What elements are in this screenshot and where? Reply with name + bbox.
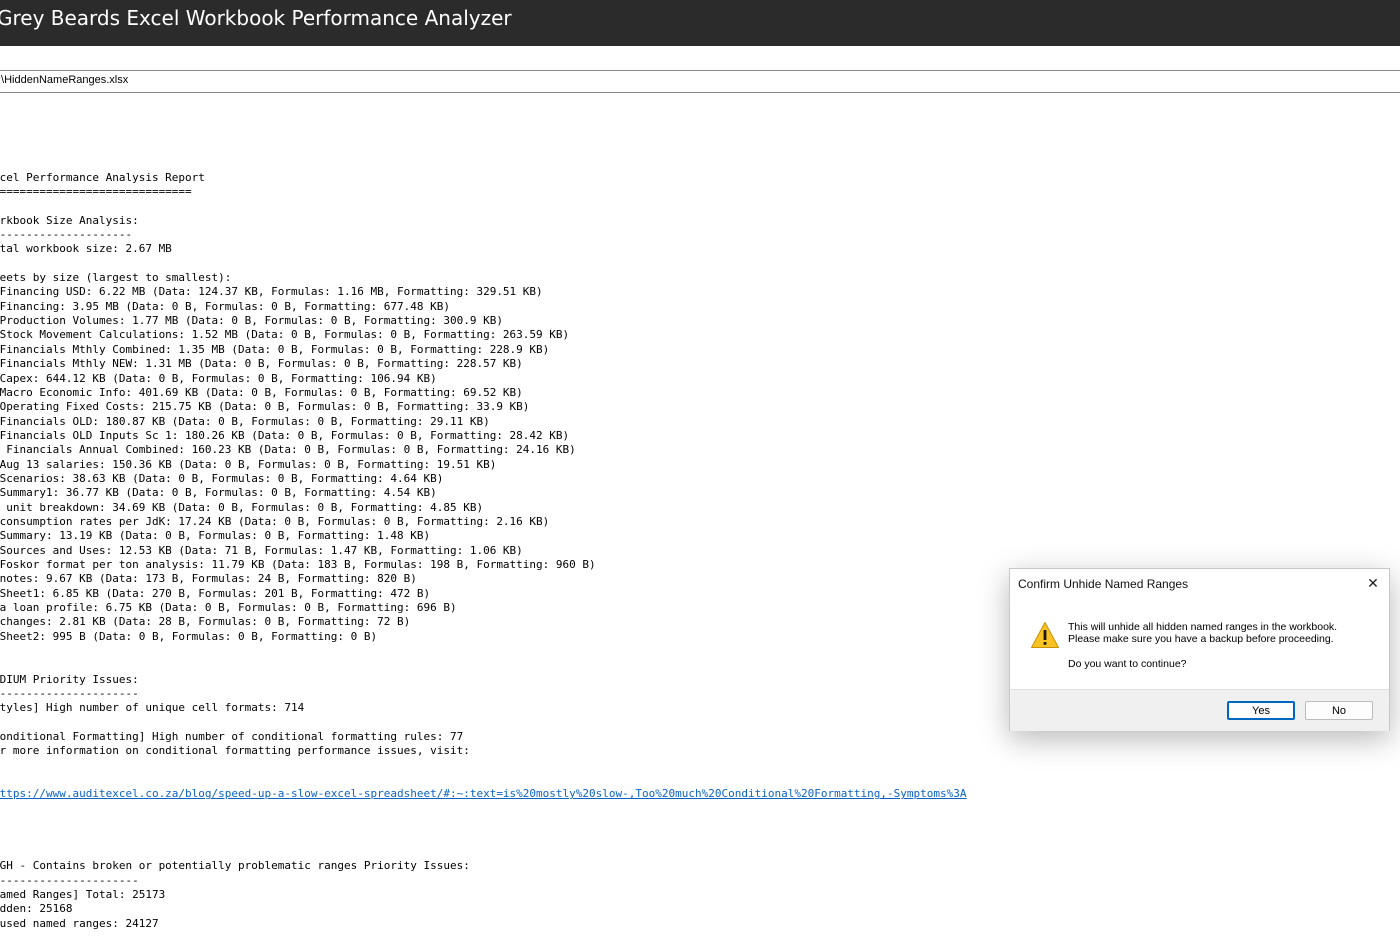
report-line: Financials Mthly Combined: 1.35 MB (Data… xyxy=(0,342,550,356)
report-line: Operating Fixed Costs: 215.75 KB (Data: … xyxy=(0,400,530,414)
report-line: heets by size (largest to smallest): xyxy=(0,271,232,285)
report-line: Sources and Uses: 12.53 KB (Data: 71 B, … xyxy=(0,543,523,557)
report-line: Summary: 13.19 KB (Data: 0 B, Formulas: … xyxy=(0,529,431,543)
dialog-body: This will unhide all hidden named ranges… xyxy=(1010,601,1389,689)
report-output[interactable]: xcel Performance Analysis Report ========… xyxy=(0,142,1393,945)
report-line: Financials Mthly NEW: 1.31 MB (Data: 0 B… xyxy=(0,357,523,371)
dialog-footer: Yes No xyxy=(1010,689,1389,731)
dialog-title: Confirm Unhide Named Ranges xyxy=(1018,577,1189,591)
conditional-formatting-link[interactable]: https://www.auditexcel.co.za/blog/speed-… xyxy=(0,787,967,800)
report-line xyxy=(0,831,1393,845)
title-bar: Grey Beards Excel Workbook Performance A… xyxy=(0,0,1400,46)
no-button[interactable]: No xyxy=(1305,701,1373,720)
report-lines-after: IGH - Contains broken or potentially pro… xyxy=(0,831,1393,931)
report-line: xcel Performance Analysis Report xyxy=(0,170,205,184)
report-line: Capex: 644.12 KB (Data: 0 B, Formulas: 0… xyxy=(0,371,437,385)
report-line: unit breakdown: 34.69 KB (Data: 0 B, For… xyxy=(0,500,484,514)
report-line: Stock Movement Calculations: 1.52 MB (Da… xyxy=(0,328,570,342)
report-line: ============================== xyxy=(0,185,192,199)
report-line: https://www.auditexcel.co.za/blog/speed-… xyxy=(0,787,1393,801)
report-line: Financials OLD Inputs Sc 1: 180.26 KB (D… xyxy=(0,428,570,442)
report-line xyxy=(0,257,1393,271)
warning-icon xyxy=(1031,622,1059,648)
file-path-bar xyxy=(0,70,1400,93)
report-line: or more information on conditional forma… xyxy=(0,744,470,758)
report-line: nused named ranges: 24127 xyxy=(0,916,159,930)
report-line: consumption rates per JdK: 17.24 KB (Dat… xyxy=(0,514,550,528)
report-line: Financials Annual Combined: 160.23 KB (D… xyxy=(0,443,576,457)
report-line: Macro Economic Info: 401.69 KB (Data: 0 … xyxy=(0,385,523,399)
report-line: Aug 13 salaries: 150.36 KB (Data: 0 B, F… xyxy=(0,457,497,471)
file-path-input[interactable] xyxy=(0,74,1378,86)
report-line: Financials OLD: 180.87 KB (Data: 0 B, Fo… xyxy=(0,414,490,428)
window-title: Grey Beards Excel Workbook Performance A… xyxy=(0,6,512,30)
yes-button[interactable]: Yes xyxy=(1227,701,1295,720)
report-line: --------------------- xyxy=(0,228,133,242)
report-line: otal workbook size: 2.67 MB xyxy=(0,242,172,256)
report-line: Scenarios: 38.63 KB (Data: 0 B, Formulas… xyxy=(0,471,444,485)
report-line: IGH - Contains broken or potentially pro… xyxy=(0,859,470,873)
report-line: Summary1: 36.77 KB (Data: 0 B, Formulas:… xyxy=(0,486,437,500)
confirm-unhide-dialog: Confirm Unhide Named Ranges ✕ This will … xyxy=(1009,568,1390,731)
report-line xyxy=(0,199,1393,213)
close-icon[interactable]: ✕ xyxy=(1363,573,1383,593)
dialog-message-line: Please make sure you have a backup befor… xyxy=(1068,633,1334,645)
report-line: Production Volumes: 1.77 MB (Data: 0 B, … xyxy=(0,314,503,328)
dialog-question: Do you want to continue? xyxy=(1068,658,1187,670)
dialog-message-line: This will unhide all hidden named ranges… xyxy=(1068,621,1338,633)
report-line: idden: 25168 xyxy=(0,902,73,916)
report-line: Financing USD: 6.22 MB (Data: 124.37 KB,… xyxy=(0,285,543,299)
report-line: Conditional Formatting] High number of c… xyxy=(0,730,464,744)
report-line: ---------------------- xyxy=(0,873,139,887)
dialog-message: This will unhide all hidden named ranges… xyxy=(1068,621,1337,645)
report-line xyxy=(0,845,1393,859)
report-line: Financing: 3.95 MB (Data: 0 B, Formulas:… xyxy=(0,299,450,313)
report-line: orkbook Size Analysis: xyxy=(0,213,139,227)
report-line: Named Ranges] Total: 25173 xyxy=(0,887,166,901)
